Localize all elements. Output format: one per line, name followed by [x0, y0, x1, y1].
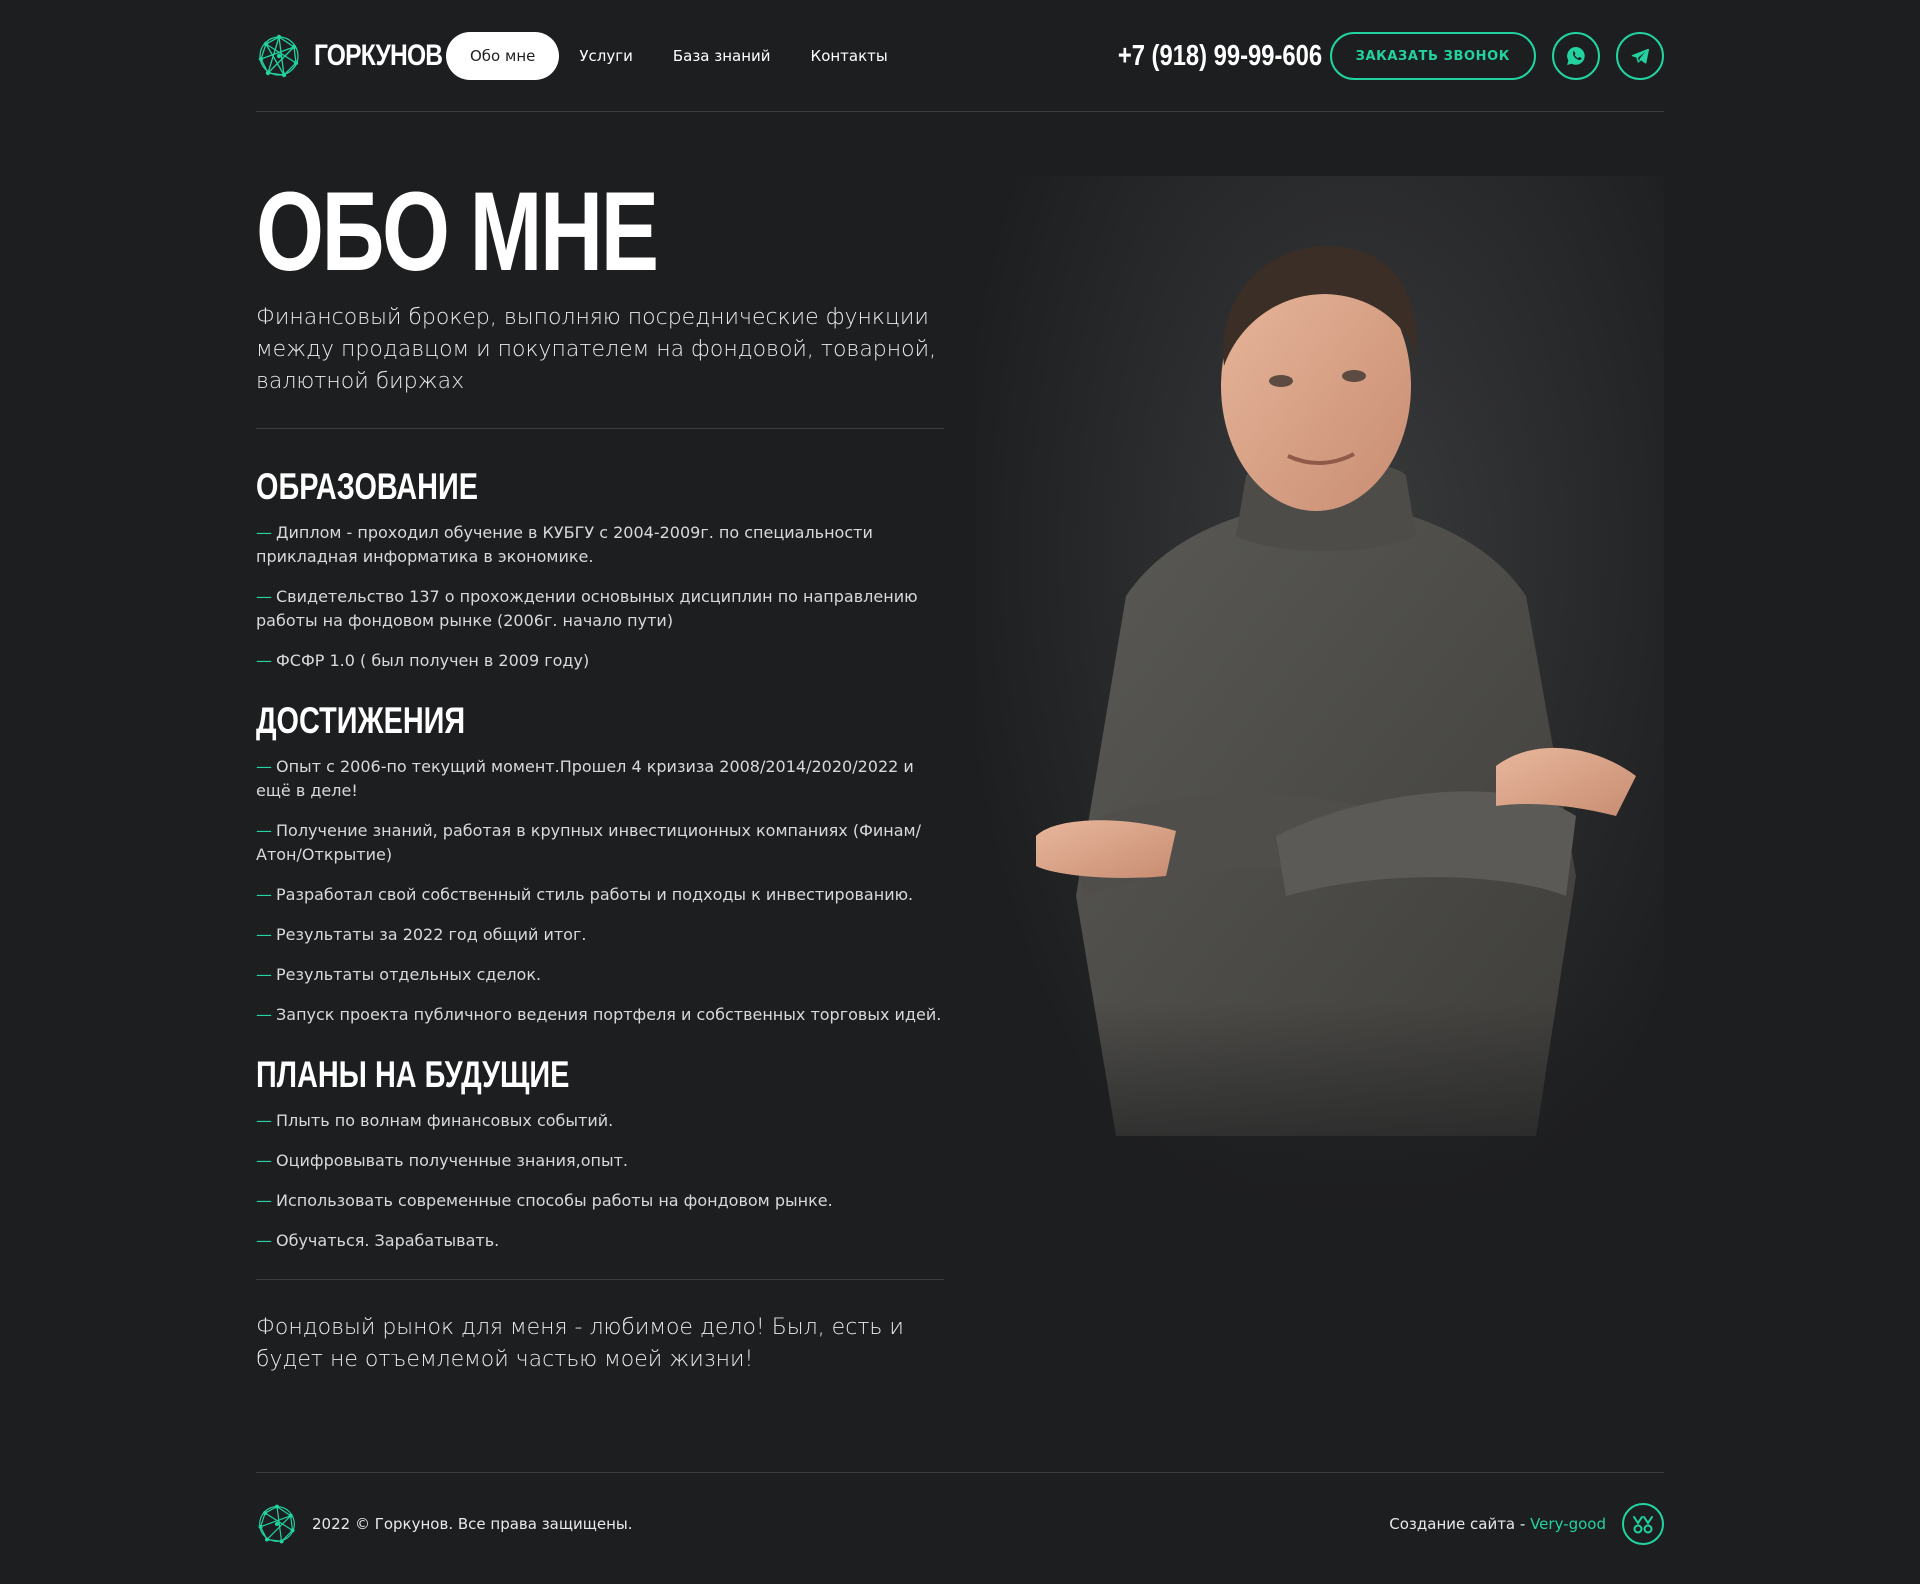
- nav-item-about[interactable]: Обо мне: [446, 32, 560, 80]
- dash-bullet: —: [256, 1231, 272, 1250]
- phone-link[interactable]: +7 (918) 99-99-606: [1117, 40, 1321, 73]
- list-item: — Обучаться. Зарабатывать.: [256, 1231, 500, 1250]
- dash-bullet: —: [256, 523, 272, 542]
- nav-item-knowledge-base[interactable]: База знаний: [653, 32, 791, 80]
- divider: [256, 1279, 944, 1280]
- list-item: — Оцифровывать полученные знания,опыт.: [256, 1151, 628, 1170]
- divider: [256, 428, 944, 429]
- dash-bullet: —: [256, 821, 272, 840]
- telegram-icon: [1631, 48, 1650, 64]
- dash-bullet: —: [256, 1191, 272, 1210]
- order-call-button[interactable]: ЗАКАЗАТЬ ЗВОНОК: [1329, 32, 1536, 80]
- site-footer: 2022 © Горкунов. Все права защищены. Соз…: [256, 1500, 1664, 1548]
- credit-text: Создание сайта - Very-good: [1389, 1515, 1606, 1533]
- dash-bullet: —: [256, 1111, 272, 1130]
- achievements-list: — Опыт с 2006-по текущий момент.Прошел 4 …: [256, 755, 944, 1027]
- list-item: — Диплом - проходил обучение в КУБГУ с 20…: [256, 523, 873, 566]
- about-content: ОБО МНЕ Финансовый брокер, выполняю поср…: [256, 176, 944, 1376]
- list-item: — Получение знаний, работая в крупных инв…: [256, 821, 921, 864]
- footer-divider: [256, 1472, 1664, 1473]
- section-title-plans: ПЛАНЫ НА БУДУЩИЕ: [256, 1054, 570, 1095]
- header-divider: [256, 111, 1664, 112]
- list-item: — Свидетельство 137 о прохождении основын…: [256, 587, 918, 630]
- closing-statement: Фондовый рынок для меня - любимое дело! …: [256, 1315, 904, 1372]
- portrait-photo: [976, 176, 1664, 1236]
- dash-bullet: —: [256, 587, 272, 606]
- achievements-section: ДОСТИЖЕНИЯ — Опыт с 2006-по текущий момен…: [256, 699, 944, 1027]
- site-header: ГОРКУНОВ Обо мне Услуги База знаний Конт…: [256, 30, 1664, 82]
- dash-bullet: —: [256, 757, 272, 776]
- brand-name: ГОРКУНОВ: [314, 39, 443, 72]
- header-actions: +7 (918) 99-99-606 ЗАКАЗАТЬ ЗВОНОК: [1073, 32, 1664, 80]
- dash-bullet: —: [256, 1151, 272, 1170]
- list-item: — Опыт с 2006-по текущий момент.Прошел 4 …: [256, 757, 914, 800]
- dash-bullet: —: [256, 885, 272, 904]
- footer-credit: Создание сайта - Very-good: [1389, 1503, 1664, 1545]
- dash-bullet: —: [256, 1005, 272, 1024]
- copyright-text: 2022 © Горкунов. Все права защищены.: [312, 1515, 633, 1533]
- section-title-education: ОБРАЗОВАНИЕ: [256, 466, 478, 507]
- list-item: — Результаты отдельных сделок.: [256, 965, 542, 984]
- studio-logo-badge[interactable]: [1622, 1503, 1664, 1545]
- whatsapp-button[interactable]: [1552, 32, 1600, 80]
- nav-item-contacts[interactable]: Контакты: [791, 32, 908, 80]
- page-title: ОБО МНЕ: [256, 169, 659, 294]
- dash-bullet: —: [256, 965, 272, 984]
- dash-bullet: —: [256, 925, 272, 944]
- portrait-illustration: [976, 176, 1664, 1236]
- list-item: — Результаты за 2022 год общий итог.: [256, 925, 587, 944]
- nav-item-services[interactable]: Услуги: [559, 32, 652, 80]
- studio-logo-icon: [1633, 1516, 1653, 1534]
- list-item: — Запуск проекта публичного ведения портф…: [256, 1005, 942, 1024]
- lead-paragraph: Финансовый брокер, выполняю посредническ…: [256, 305, 937, 394]
- education-list: — Диплом - проходил обучение в КУБГУ с 20…: [256, 521, 944, 673]
- list-item: — Плыть по волнам финансовых событий.: [256, 1111, 614, 1130]
- list-item: — ФСФР 1.0 ( был получен в 2009 году): [256, 651, 590, 670]
- main-nav: Обо мне Услуги База знаний Контакты: [446, 32, 908, 80]
- education-section: ОБРАЗОВАНИЕ — Диплом - проходил обучение …: [256, 465, 944, 673]
- list-item: — Использовать современные способы работы…: [256, 1191, 833, 1210]
- dash-bullet: —: [256, 651, 272, 670]
- very-good-link[interactable]: Very-good: [1530, 1515, 1606, 1533]
- network-logo-icon: [258, 34, 299, 78]
- list-item: — Разработал свой собственный стиль работ…: [256, 885, 914, 904]
- logo[interactable]: ГОРКУНОВ: [256, 33, 443, 79]
- telegram-button[interactable]: [1616, 32, 1664, 80]
- network-logo-icon[interactable]: [256, 1503, 298, 1545]
- plans-section: ПЛАНЫ НА БУДУЩИЕ — Плыть по волнам финанс…: [256, 1053, 944, 1253]
- plans-list: — Плыть по волнам финансовых событий. — Оц…: [256, 1109, 944, 1253]
- section-title-achievements: ДОСТИЖЕНИЯ: [256, 700, 466, 741]
- whatsapp-icon: [1567, 47, 1585, 65]
